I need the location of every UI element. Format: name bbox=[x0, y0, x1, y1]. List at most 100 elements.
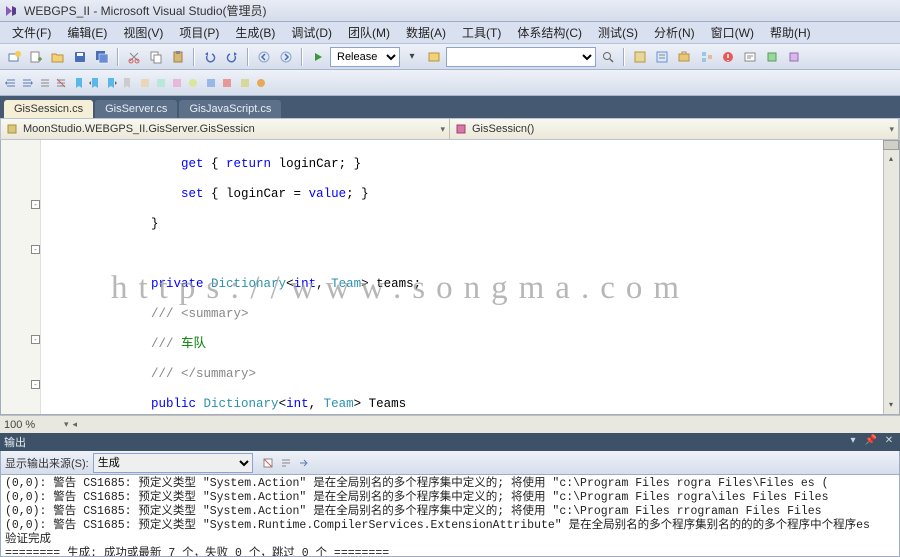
paste-button[interactable] bbox=[168, 47, 188, 67]
tb-misc1[interactable] bbox=[138, 76, 152, 90]
toolbar-separator bbox=[117, 48, 119, 66]
menu-file[interactable]: 文件(F) bbox=[4, 22, 59, 43]
add-item-button[interactable] bbox=[26, 47, 46, 67]
tb-misc5[interactable] bbox=[204, 76, 218, 90]
toolbox-button[interactable] bbox=[674, 47, 694, 67]
ext2-button[interactable] bbox=[784, 47, 804, 67]
undo-button[interactable] bbox=[200, 47, 220, 67]
dropdown-icon[interactable]: ▾ bbox=[846, 435, 860, 449]
tb-misc3[interactable] bbox=[170, 76, 184, 90]
tab-gisserver[interactable]: GisServer.cs bbox=[95, 100, 177, 118]
menu-tools[interactable]: 工具(T) bbox=[454, 22, 509, 43]
tb-misc4[interactable] bbox=[186, 76, 200, 90]
toggle-wrap-button[interactable] bbox=[279, 456, 293, 470]
split-handle[interactable] bbox=[883, 140, 899, 150]
tb-misc2[interactable] bbox=[154, 76, 168, 90]
nav-back-button[interactable] bbox=[254, 47, 274, 67]
tb-misc8[interactable] bbox=[254, 76, 268, 90]
output-text[interactable]: (0,0): 警告 CS1685: 预定义类型 "System.Action" … bbox=[0, 475, 900, 557]
bookmark-prev-button[interactable] bbox=[88, 76, 102, 90]
tab-gisjavascript[interactable]: GisJavaScript.cs bbox=[179, 100, 281, 118]
chevron-down-icon: ▾ bbox=[440, 124, 445, 135]
output-source-combo[interactable]: 生成 bbox=[93, 453, 253, 473]
menu-build[interactable]: 生成(B) bbox=[227, 22, 283, 43]
menu-view[interactable]: 视图(V) bbox=[115, 22, 171, 43]
toolbar-separator bbox=[247, 48, 249, 66]
output-button[interactable] bbox=[740, 47, 760, 67]
nav-member-combo[interactable]: GisSessicn() ▾ bbox=[450, 119, 899, 139]
editor-tabs: GisSessicn.cs GisServer.cs GisJavaScript… bbox=[0, 96, 900, 118]
toolbar-main: Release ▾ bbox=[0, 44, 900, 70]
class-view-button[interactable] bbox=[696, 47, 716, 67]
outline-collapse-icon[interactable]: - bbox=[31, 200, 40, 209]
close-icon[interactable]: ✕ bbox=[882, 435, 896, 449]
window-title: WEBGPS_II - Microsoft Visual Studio(管理员) bbox=[24, 2, 267, 19]
menu-edit[interactable]: 编辑(E) bbox=[59, 22, 115, 43]
outline-collapse-icon[interactable]: - bbox=[31, 335, 40, 344]
output-toolbar: 显示输出来源(S): 生成 bbox=[0, 451, 900, 475]
open-button[interactable] bbox=[48, 47, 68, 67]
cut-button[interactable] bbox=[124, 47, 144, 67]
tb-misc6[interactable] bbox=[220, 76, 234, 90]
output-line: (0,0): 警告 CS1685: 预定义类型 "System.Action" … bbox=[5, 477, 895, 491]
bookmark-next-button[interactable] bbox=[104, 76, 118, 90]
scroll-up-icon[interactable]: ▴ bbox=[884, 152, 898, 166]
comment-button[interactable] bbox=[38, 76, 52, 90]
navigation-bar: MoonStudio.WEBGPS_II.GisServer.GisSessic… bbox=[0, 118, 900, 140]
menu-analyze[interactable]: 分析(N) bbox=[646, 22, 703, 43]
indent-right-button[interactable] bbox=[20, 76, 34, 90]
code-editor[interactable]: - - - - get { return loginCar; } set { l… bbox=[0, 140, 900, 415]
scroll-down-icon[interactable]: ▾ bbox=[884, 398, 898, 412]
tab-gissessicn[interactable]: GisSessicn.cs bbox=[4, 100, 93, 118]
menu-data[interactable]: 数据(A) bbox=[398, 22, 454, 43]
bookmark-clear-button[interactable] bbox=[120, 76, 134, 90]
start-debug-button[interactable] bbox=[308, 47, 328, 67]
output-line: (0,0): 警告 CS1685: 预定义类型 "System.Action" … bbox=[5, 491, 895, 505]
nav-fwd-button[interactable] bbox=[276, 47, 296, 67]
class-icon bbox=[5, 122, 19, 136]
menu-team[interactable]: 团队(M) bbox=[340, 22, 398, 43]
nav-scope-combo[interactable]: MoonStudio.WEBGPS_II.GisServer.GisSessic… bbox=[1, 119, 450, 139]
toolbar-text bbox=[0, 70, 900, 96]
code-content[interactable]: get { return loginCar; } set { loginCar … bbox=[41, 140, 883, 414]
toolbar-separator bbox=[623, 48, 625, 66]
solution-explorer-button[interactable] bbox=[630, 47, 650, 67]
menu-debug[interactable]: 调试(D) bbox=[283, 22, 340, 43]
vertical-scrollbar[interactable]: ▴ ▾ bbox=[883, 140, 899, 414]
output-line: ======== 生成: 成功或最新 7 个，失败 0 个，跳过 0 个 ===… bbox=[5, 547, 895, 557]
bookmark-button[interactable] bbox=[72, 76, 86, 90]
error-list-button[interactable] bbox=[718, 47, 738, 67]
chevron-left-icon[interactable]: ◂ bbox=[73, 419, 78, 430]
uncomment-button[interactable] bbox=[54, 76, 68, 90]
tb-misc7[interactable] bbox=[238, 76, 252, 90]
menu-test[interactable]: 测试(S) bbox=[590, 22, 646, 43]
zoom-level[interactable]: 100 % bbox=[4, 419, 64, 431]
outline-collapse-icon[interactable]: - bbox=[31, 245, 40, 254]
new-project-button[interactable] bbox=[4, 47, 24, 67]
menu-window[interactable]: 窗口(W) bbox=[703, 22, 762, 43]
editor-footer: 100 % ▾ ◂ bbox=[0, 415, 900, 433]
clear-output-button[interactable] bbox=[261, 456, 275, 470]
output-line: (0,0): 警告 CS1685: 预定义类型 "System.Runtime.… bbox=[5, 519, 895, 533]
pin-icon[interactable]: 📌 bbox=[864, 435, 878, 449]
chevron-down-icon[interactable]: ▾ bbox=[64, 419, 69, 430]
properties-button[interactable] bbox=[652, 47, 672, 67]
outline-collapse-icon[interactable]: - bbox=[31, 380, 40, 389]
menu-help[interactable]: 帮助(H) bbox=[762, 22, 819, 43]
menu-project[interactable]: 项目(P) bbox=[171, 22, 227, 43]
goto-error-button[interactable] bbox=[297, 456, 311, 470]
redo-button[interactable] bbox=[222, 47, 242, 67]
platform-icon[interactable] bbox=[424, 47, 444, 67]
menubar: 文件(F) 编辑(E) 视图(V) 项目(P) 生成(B) 调试(D) 团队(M… bbox=[0, 22, 900, 44]
config-dropdown-icon[interactable]: ▾ bbox=[402, 47, 422, 67]
save-button[interactable] bbox=[70, 47, 90, 67]
copy-button[interactable] bbox=[146, 47, 166, 67]
config-combo[interactable]: Release bbox=[330, 47, 400, 67]
extension-button[interactable] bbox=[762, 47, 782, 67]
indent-left-button[interactable] bbox=[4, 76, 18, 90]
vs-logo-icon bbox=[4, 4, 18, 18]
platform-combo[interactable] bbox=[446, 47, 596, 67]
menu-architecture[interactable]: 体系结构(C) bbox=[509, 22, 590, 43]
find-button[interactable] bbox=[598, 47, 618, 67]
save-all-button[interactable] bbox=[92, 47, 112, 67]
